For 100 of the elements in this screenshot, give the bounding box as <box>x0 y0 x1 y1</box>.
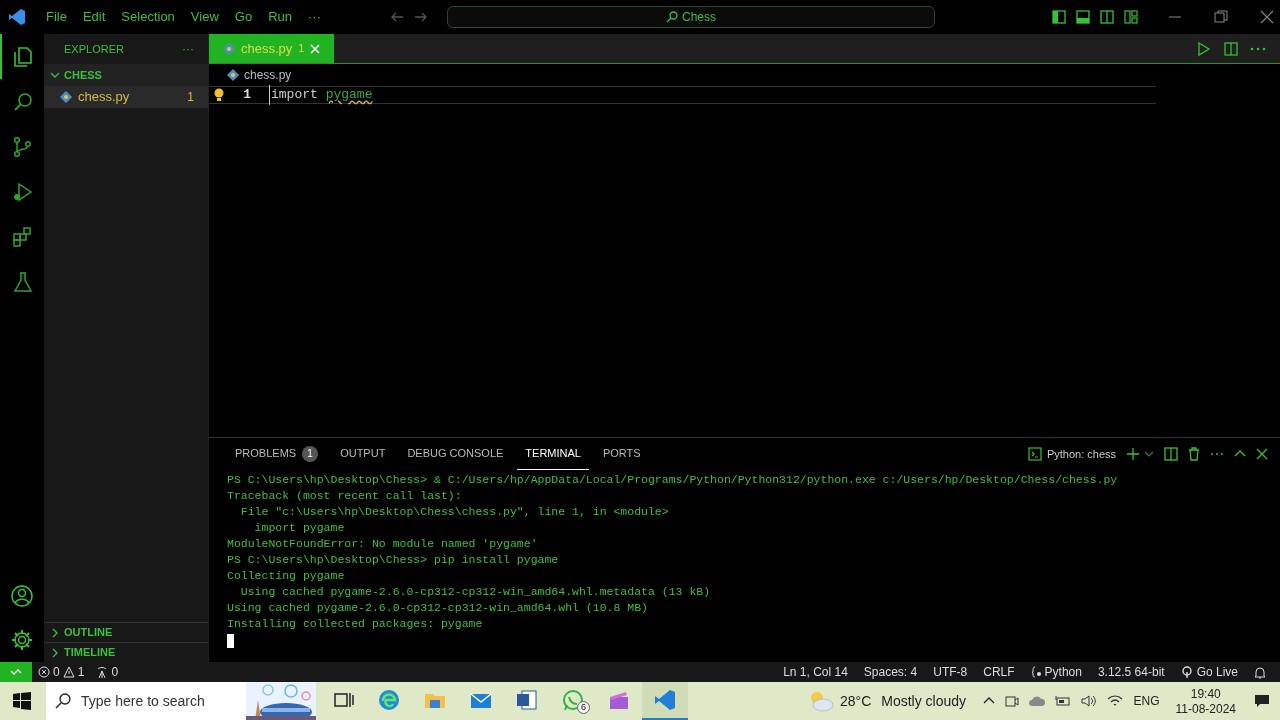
status-item[interactable]: 3.12.5 64-bit <box>1097 663 1165 681</box>
date-label: 11-08-2024 <box>1175 702 1236 717</box>
sidebar-toggle-icon[interactable] <box>1052 10 1066 24</box>
battery-icon[interactable] <box>1055 695 1072 707</box>
problem-count: 1 <box>298 41 305 57</box>
line-number: 1 <box>242 86 252 105</box>
python-file-icon <box>223 42 235 55</box>
menu-item[interactable]: View <box>182 7 227 27</box>
python-file-icon <box>227 69 239 81</box>
menu-item[interactable]: File <box>38 7 75 27</box>
chevron-down-icon[interactable] <box>50 70 60 80</box>
layout-grid-icon[interactable] <box>1124 10 1138 24</box>
windows-start-icon[interactable] <box>13 692 31 710</box>
account-icon[interactable] <box>10 584 34 608</box>
command-center[interactable]: Chess <box>447 6 935 28</box>
panel-tab[interactable]: TERMINAL <box>517 438 589 470</box>
menu-item[interactable]: ··· <box>300 7 329 27</box>
error-count: 0 <box>53 664 60 681</box>
split-layout-icon[interactable] <box>1100 10 1114 24</box>
panel-tab[interactable]: DEBUG CONSOLE <box>399 438 512 470</box>
notifications-icon[interactable] <box>1254 693 1270 709</box>
input-language[interactable]: ENG <box>1133 692 1160 710</box>
cloud-icon[interactable] <box>1029 695 1046 707</box>
panel-toggle-icon[interactable] <box>1076 10 1090 24</box>
code-editor-icon[interactable] <box>654 689 676 711</box>
restore-icon[interactable] <box>1214 10 1228 24</box>
clapper-icon[interactable] <box>608 689 630 711</box>
ports-status[interactable]: 0 <box>96 663 119 681</box>
status-item[interactable]: CRLF <box>983 663 1015 681</box>
meet-icon[interactable] <box>1005 694 1020 708</box>
more-icon[interactable] <box>1210 452 1224 456</box>
app-logo-icon <box>8 8 26 26</box>
bell-icon[interactable] <box>1254 665 1266 679</box>
status-item[interactable]: UTF-8 <box>933 663 968 681</box>
folder-header[interactable]: CHESS <box>44 64 208 86</box>
tab-label: chess.py <box>241 39 293 58</box>
clock[interactable]: 19:40 11-08-2024 <box>1175 685 1236 717</box>
python-file-icon <box>60 91 72 103</box>
section-label: TIMELINE <box>64 645 116 661</box>
flask-icon <box>11 269 35 294</box>
breadcrumb[interactable]: chess.py <box>244 66 292 84</box>
status-item[interactable]: Python <box>1030 663 1082 681</box>
broadcast-icon <box>1180 666 1193 678</box>
panel-tab[interactable]: PROBLEMS 1 <box>227 438 327 470</box>
problem-count-badge: 1 <box>302 445 319 462</box>
weather-widget[interactable]: 28°C Mostly cloudy <box>808 690 967 712</box>
split-terminal-icon[interactable] <box>1164 447 1178 461</box>
section-label: OUTLINE <box>64 625 113 641</box>
browser-icon[interactable] <box>378 689 400 711</box>
trash-icon[interactable] <box>1188 447 1200 461</box>
chevron-down-icon[interactable] <box>1144 449 1154 459</box>
settings-icon[interactable] <box>10 628 34 652</box>
problem-count: 1 <box>187 89 194 106</box>
chevron-right-icon[interactable] <box>50 627 60 638</box>
error-icon <box>38 666 50 678</box>
plus-icon[interactable] <box>1126 447 1140 461</box>
search-icon <box>666 11 678 23</box>
status-item[interactable]: Spaces: 4 <box>863 663 918 681</box>
volume-icon[interactable] <box>1081 694 1098 708</box>
folder-label: CHESS <box>64 67 102 83</box>
terminal-line: Installing collected packages: pygame <box>227 616 484 632</box>
terminal-line: File "c:\Users\hp\Desktop\Chess\chess.py", line 1, in <module> <box>239 504 670 520</box>
terminal-line: Traceback (most recent call last): <box>227 488 463 504</box>
document-icon[interactable] <box>516 689 538 711</box>
menu-item[interactable]: Selection <box>113 7 183 27</box>
split-editor-icon[interactable] <box>1224 41 1238 56</box>
menu-item[interactable]: Go <box>226 7 261 27</box>
taskbar-search-field[interactable]: Type here to search <box>81 690 241 712</box>
warning-count: 1 <box>77 664 85 681</box>
terminal-icon <box>1027 447 1042 461</box>
notification-badge: 6 <box>577 701 590 714</box>
explorer-file-row[interactable]: chess.py 1 <box>44 86 208 108</box>
wifi-icon[interactable] <box>1107 694 1124 708</box>
problems-status[interactable]: 0 1 <box>38 663 85 681</box>
panel-tab[interactable]: OUTPUT <box>332 438 394 470</box>
port-count: 0 <box>111 664 119 681</box>
taskbar-search-box[interactable]: Type here to search <box>46 682 316 720</box>
terminal-line: Using cached pygame-2.6.0-cp312-cp312-win_amd64.whl.metadata (13 kB) <box>239 584 712 600</box>
chevron-right-icon[interactable] <box>50 647 60 658</box>
file-name: chess.py <box>78 88 130 107</box>
run-icon[interactable] <box>1196 40 1212 57</box>
more-icon[interactable] <box>1250 46 1266 51</box>
terminal-line: PS C:\Users\hp\Desktop\Chess> & C:/Users/hp/AppData/Local/Programs/Python/Python312/python.exe c:/Users/hp/Desktop/Chess/chess.py <box>227 472 1119 488</box>
more-actions[interactable]: ··· <box>182 40 194 58</box>
sidebar-title: EXPLORER <box>64 41 124 57</box>
lightbulb-icon <box>213 88 225 102</box>
warning-icon <box>62 666 75 678</box>
terminal-profile-label: Python: chess <box>1046 446 1116 462</box>
panel-tab[interactable]: PORTS <box>594 438 649 470</box>
terminal-profile[interactable]: Python: chess <box>1027 445 1116 463</box>
close-icon[interactable] <box>1256 448 1268 460</box>
antenna-icon <box>96 666 109 678</box>
menu-item[interactable]: Run <box>260 7 300 27</box>
close-icon[interactable] <box>1260 10 1274 24</box>
terminal-cursor <box>227 634 234 648</box>
terminal-line: ModuleNotFoundError: No module named 'pygame' <box>227 536 539 552</box>
menu-item[interactable]: Edit <box>74 7 114 27</box>
chat-icon[interactable] <box>562 689 584 711</box>
status-item[interactable]: Go Live <box>1180 663 1238 681</box>
status-item[interactable]: Ln 1, Col 14 <box>783 663 848 681</box>
